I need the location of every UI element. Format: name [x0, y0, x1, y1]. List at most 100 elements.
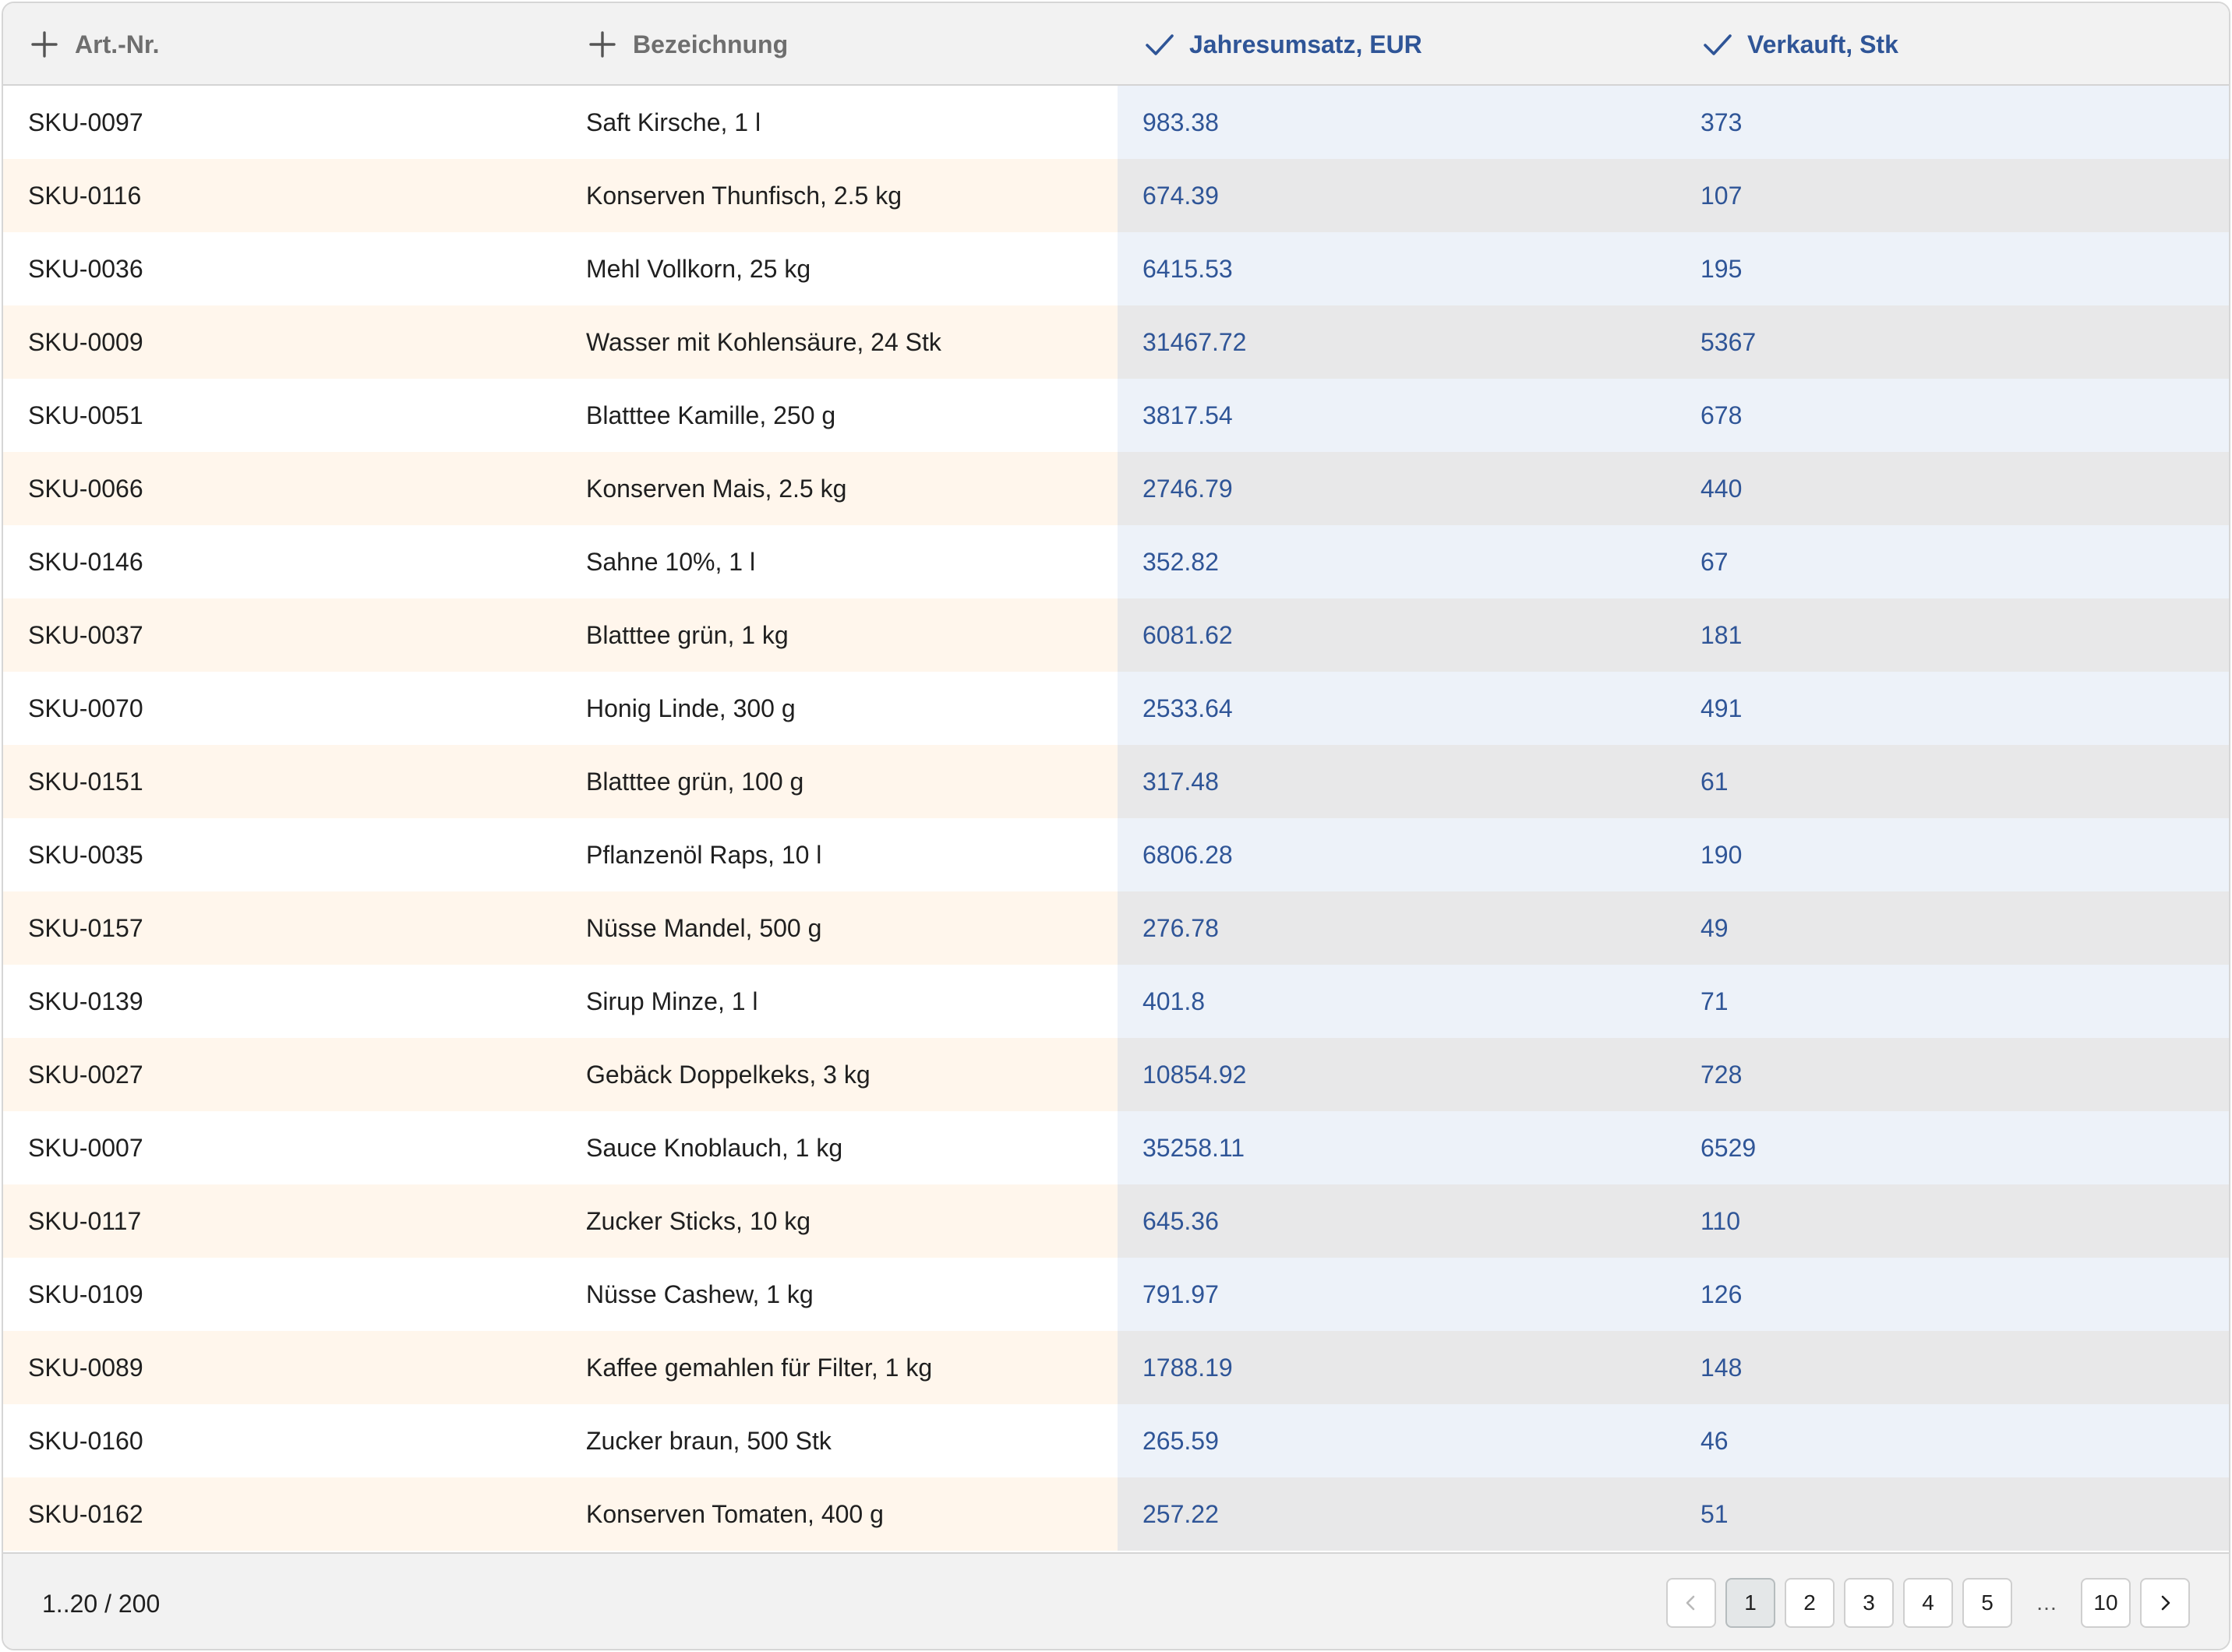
cell-verkauft: 440 [1676, 452, 2229, 525]
cell-verkauft: 61 [1676, 745, 2229, 818]
table-row[interactable]: SKU-0151 Blatttee grün, 100 g 317.48 61 [3, 745, 2229, 818]
prev-page-button[interactable] [1666, 1578, 1716, 1628]
cell-art-nr: SKU-0027 [28, 1060, 143, 1089]
cell-bezeichnung: Konserven Thunfisch, 2.5 kg [586, 181, 902, 210]
cell-art-nr: SKU-0009 [28, 327, 143, 356]
check-icon[interactable] [1702, 30, 1732, 59]
cell-jahresumsatz: 6415.53 [1118, 232, 1676, 305]
cell-art-nr: SKU-0070 [28, 694, 143, 722]
cell-verkauft: 195 [1676, 232, 2229, 305]
cell-bezeichnung: Blatttee grün, 100 g [586, 767, 804, 796]
table-row[interactable]: SKU-0027 Gebäck Doppelkeks, 3 kg 10854.92 7… [3, 1038, 2229, 1111]
cell-bezeichnung: Gebäck Doppelkeks, 3 kg [586, 1060, 871, 1089]
grid-body: SKU-0097 Saft Kirsche, 1 l 983.38 373 SKU-01… [3, 86, 2229, 1552]
cell-verkauft: 148 [1676, 1331, 2229, 1404]
plus-icon[interactable] [30, 30, 59, 59]
cell-verkauft: 107 [1676, 159, 2229, 232]
cell-jahresumsatz: 645.36 [1118, 1184, 1676, 1258]
cell-jahresumsatz: 2746.79 [1118, 452, 1676, 525]
cell-art-nr: SKU-0160 [28, 1426, 143, 1455]
plus-icon[interactable] [588, 30, 617, 59]
cell-jahresumsatz: 10854.92 [1118, 1038, 1676, 1111]
cell-verkauft: 373 [1676, 86, 2229, 159]
cell-jahresumsatz: 3817.54 [1118, 379, 1676, 452]
cell-art-nr: SKU-0097 [28, 108, 143, 136]
column-header-art-nr[interactable]: Art.-Nr. [30, 3, 159, 86]
cell-bezeichnung: Sahne 10%, 1 l [586, 547, 756, 576]
page-button-5[interactable]: 5 [1962, 1578, 2012, 1628]
cell-verkauft: 49 [1676, 891, 2229, 965]
table-row[interactable]: SKU-0035 Pflanzenöl Raps, 10 l 6806.28 190 [3, 818, 2229, 891]
cell-bezeichnung: Zucker braun, 500 Stk [586, 1426, 832, 1455]
cell-jahresumsatz: 257.22 [1118, 1477, 1676, 1551]
table-row[interactable]: SKU-0097 Saft Kirsche, 1 l 983.38 373 [3, 86, 2229, 159]
cell-bezeichnung: Konserven Mais, 2.5 kg [586, 474, 847, 503]
data-grid: Art.-Nr. Bezeichnung Jahresumsatz, EUR V… [2, 2, 2230, 1650]
table-row[interactable]: SKU-0089 Kaffee gemahlen für Filter, 1 kg… [3, 1331, 2229, 1404]
cell-verkauft: 126 [1676, 1258, 2229, 1331]
cell-art-nr: SKU-0089 [28, 1353, 143, 1382]
cell-bezeichnung: Nüsse Mandel, 500 g [586, 913, 822, 942]
cell-art-nr: SKU-0146 [28, 547, 143, 576]
column-header-jahresumsatz[interactable]: Jahresumsatz, EUR [1144, 3, 1422, 86]
table-row[interactable]: SKU-0146 Sahne 10%, 1 l 352.82 67 [3, 525, 2229, 598]
cell-art-nr: SKU-0139 [28, 987, 143, 1015]
cell-bezeichnung: Pflanzenöl Raps, 10 l [586, 840, 822, 869]
table-row[interactable]: SKU-0007 Sauce Knoblauch, 1 kg 35258.11 652… [3, 1111, 2229, 1184]
table-row[interactable]: SKU-0109 Nüsse Cashew, 1 kg 791.97 126 [3, 1258, 2229, 1331]
page-button-4[interactable]: 4 [1903, 1578, 1953, 1628]
pagination: 1 2 3 4 5 … 10 [1666, 1578, 2193, 1628]
cell-jahresumsatz: 35258.11 [1118, 1111, 1676, 1184]
cell-bezeichnung: Saft Kirsche, 1 l [586, 108, 761, 136]
column-header-verkauft[interactable]: Verkauft, Stk [1702, 3, 1898, 86]
table-row[interactable]: SKU-0116 Konserven Thunfisch, 2.5 kg 674.3… [3, 159, 2229, 232]
table-row[interactable]: SKU-0051 Blatttee Kamille, 250 g 3817.54 67… [3, 379, 2229, 452]
cell-bezeichnung: Sirup Minze, 1 l [586, 987, 758, 1015]
column-header-label: Verkauft, Stk [1747, 30, 1898, 58]
cell-bezeichnung: Konserven Tomaten, 400 g [586, 1499, 884, 1528]
table-row[interactable]: SKU-0157 Nüsse Mandel, 500 g 276.78 49 [3, 891, 2229, 965]
cell-verkauft: 71 [1676, 965, 2229, 1038]
grid-header: Art.-Nr. Bezeichnung Jahresumsatz, EUR V… [3, 3, 2229, 86]
table-row[interactable]: SKU-0036 Mehl Vollkorn, 25 kg 6415.53 195 [3, 232, 2229, 305]
cell-art-nr: SKU-0035 [28, 840, 143, 869]
table-row[interactable]: SKU-0009 Wasser mit Kohlensäure, 24 Stk 31… [3, 305, 2229, 379]
page-button-last[interactable]: 10 [2081, 1578, 2131, 1628]
page-button-2[interactable]: 2 [1785, 1578, 1835, 1628]
column-header-label: Art.-Nr. [75, 30, 160, 58]
table-row[interactable]: SKU-0070 Honig Linde, 300 g 2533.64 491 [3, 672, 2229, 745]
cell-art-nr: SKU-0037 [28, 620, 143, 649]
chevron-left-icon [1682, 1594, 1700, 1612]
cell-art-nr: SKU-0157 [28, 913, 143, 942]
cell-verkauft: 51 [1676, 1477, 2229, 1551]
column-header-label: Jahresumsatz, EUR [1189, 30, 1422, 58]
table-row[interactable]: SKU-0037 Blatttee grün, 1 kg 6081.62 181 [3, 598, 2229, 672]
page-button-3[interactable]: 3 [1844, 1578, 1894, 1628]
cell-verkauft: 181 [1676, 598, 2229, 672]
table-row[interactable]: SKU-0117 Zucker Sticks, 10 kg 645.36 110 [3, 1184, 2229, 1258]
next-page-button[interactable] [2140, 1578, 2190, 1628]
cell-art-nr: SKU-0007 [28, 1133, 143, 1162]
table-row[interactable]: SKU-0160 Zucker braun, 500 Stk 265.59 46 [3, 1404, 2229, 1477]
table-row[interactable]: SKU-0066 Konserven Mais, 2.5 kg 2746.79 440 [3, 452, 2229, 525]
cell-bezeichnung: Nüsse Cashew, 1 kg [586, 1280, 814, 1308]
row-range-label: 1..20 / 200 [42, 1589, 161, 1618]
column-header-bezeichnung[interactable]: Bezeichnung [588, 3, 788, 86]
cell-jahresumsatz: 791.97 [1118, 1258, 1676, 1331]
cell-jahresumsatz: 352.82 [1118, 525, 1676, 598]
cell-bezeichnung: Sauce Knoblauch, 1 kg [586, 1133, 843, 1162]
cell-art-nr: SKU-0116 [28, 181, 142, 210]
cell-jahresumsatz: 276.78 [1118, 891, 1676, 965]
cell-jahresumsatz: 983.38 [1118, 86, 1676, 159]
table-row[interactable]: SKU-0162 Konserven Tomaten, 400 g 257.22 51 [3, 1477, 2229, 1551]
cell-art-nr: SKU-0066 [28, 474, 143, 503]
cell-bezeichnung: Blatttee grün, 1 kg [586, 620, 789, 649]
table-row[interactable]: SKU-0139 Sirup Minze, 1 l 401.8 71 [3, 965, 2229, 1038]
check-icon[interactable] [1144, 30, 1174, 59]
column-header-label: Bezeichnung [633, 30, 789, 58]
cell-verkauft: 5367 [1676, 305, 2229, 379]
cell-art-nr: SKU-0117 [28, 1206, 142, 1235]
page-button-1[interactable]: 1 [1725, 1578, 1775, 1628]
cell-verkauft: 6529 [1676, 1111, 2229, 1184]
cell-bezeichnung: Honig Linde, 300 g [586, 694, 796, 722]
